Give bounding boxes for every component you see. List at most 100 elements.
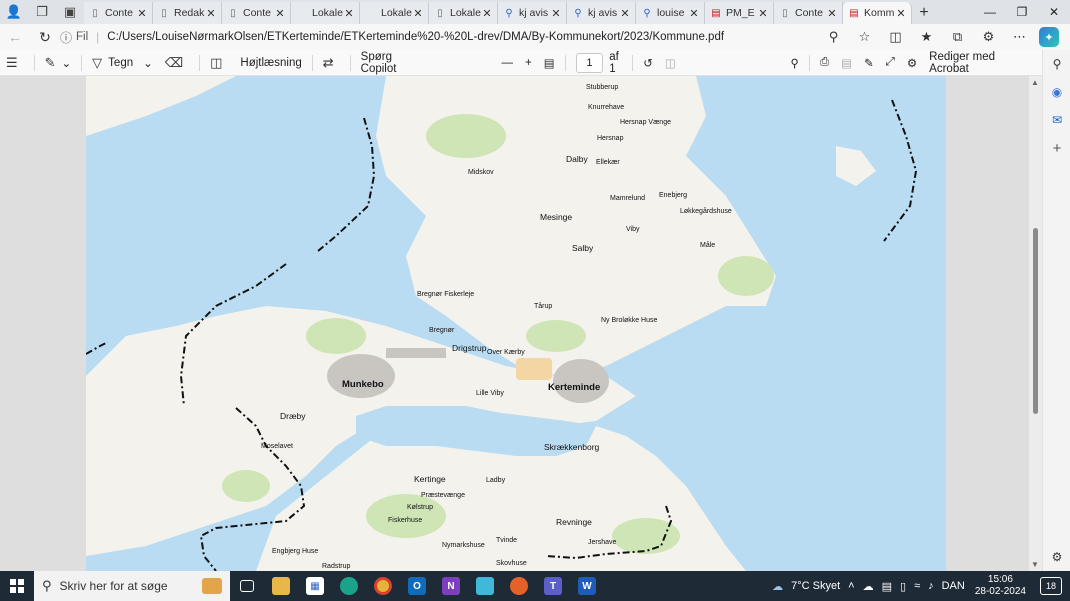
page-number-input[interactable]: 1 [575, 52, 604, 73]
favorite-star-icon[interactable]: ☆ [849, 24, 880, 50]
split-screen-icon[interactable]: ◫ [880, 24, 911, 50]
notification-center-button[interactable]: 18 [1040, 577, 1062, 595]
browser-tab[interactable]: Lokale ✕ [360, 2, 429, 24]
scroll-thumb[interactable] [1033, 228, 1038, 414]
close-tab-icon[interactable]: ✕ [826, 7, 838, 20]
add-sidebar-app-icon[interactable]: + [1043, 134, 1070, 162]
chrome-icon[interactable] [366, 571, 400, 601]
close-tab-icon[interactable]: ✕ [343, 7, 355, 20]
volume-icon[interactable]: ♪ [924, 580, 938, 592]
browser-tab[interactable]: ▯ Conte ✕ [774, 2, 843, 24]
read-aloud-button[interactable]: Højtlæsning [234, 50, 307, 76]
shopping-icon[interactable]: ◉ [1043, 78, 1070, 106]
browser-tab[interactable]: ⚲ louise ✕ [636, 2, 705, 24]
browser-tab[interactable]: ⚲ kj avis ✕ [498, 2, 567, 24]
edit-with-acrobat-button[interactable]: Rediger med Acrobat [923, 50, 1042, 76]
language-label[interactable]: DAN [938, 580, 969, 592]
browser-tab[interactable]: ▤ Komm ✕ [843, 2, 912, 24]
pdf-viewer[interactable]: Stubberup Knurrehave Hersnap Vænge Hersnap D… [0, 76, 1042, 571]
find-button[interactable]: ⚲ [785, 50, 805, 76]
browser-tab[interactable]: ▯ Lokale ✕ [429, 2, 498, 24]
workspaces-icon[interactable]: ❐ [28, 0, 56, 24]
close-tab-icon[interactable]: ✕ [688, 7, 700, 20]
close-window-button[interactable]: ✕ [1038, 0, 1070, 24]
close-tab-icon[interactable]: ✕ [274, 7, 286, 20]
outlook-icon[interactable]: O [400, 571, 434, 601]
browser-tab[interactable]: ▤ PM_E ✕ [705, 2, 774, 24]
close-tab-icon[interactable]: ✕ [412, 7, 424, 20]
minimize-button[interactable]: — [974, 0, 1006, 24]
print-button[interactable]: ⎙ [814, 50, 835, 76]
teams-icon[interactable]: T [536, 571, 570, 601]
word-icon[interactable]: W [570, 571, 604, 601]
browser-tab[interactable]: ▯ Conte ✕ [84, 2, 153, 24]
clock[interactable]: 15:06 28-02-2024 [969, 574, 1032, 598]
highlight-button[interactable]: ✎ ⌄ [39, 50, 78, 76]
contents-button[interactable]: ☰ [0, 50, 30, 76]
browser-tab[interactable]: Lokale ✕ [291, 2, 360, 24]
onedrive-icon[interactable]: ☁ [859, 580, 878, 593]
new-tab-button[interactable]: + [912, 2, 936, 24]
photos-icon[interactable] [468, 571, 502, 601]
edge-icon[interactable] [332, 571, 366, 601]
erase-button[interactable]: ⌫ [159, 50, 195, 76]
favorites-icon[interactable]: ★ [911, 24, 942, 50]
scroll-up-arrow-icon[interactable]: ▲ [1031, 78, 1039, 87]
refresh-button[interactable]: ↻ [30, 24, 60, 50]
start-button[interactable] [0, 571, 34, 601]
onenote-icon[interactable]: N [434, 571, 468, 601]
translate-button[interactable]: ⇄ [317, 50, 346, 76]
close-tab-icon[interactable]: ✕ [205, 7, 217, 20]
save-button[interactable]: ▤ [835, 50, 858, 76]
extension-icon[interactable]: ⚙ [973, 24, 1004, 50]
collections-icon[interactable]: ⧉ [942, 24, 973, 50]
zoom-in-button[interactable]: + [519, 50, 538, 76]
settings-button[interactable]: ⚙ [901, 50, 923, 76]
fit-page-button[interactable]: ▤ [538, 50, 561, 76]
url-text[interactable]: C:/Users/LouiseNørmarkOlsen/ETKerteminde… [107, 31, 818, 43]
tab-actions-icon[interactable]: ▣ [56, 0, 84, 24]
outlook-icon[interactable]: ✉ [1043, 106, 1070, 134]
close-tab-icon[interactable]: ✕ [757, 7, 769, 20]
sidebar-settings-icon[interactable]: ⚙ [1043, 543, 1070, 571]
restore-button[interactable]: ❐ [1006, 0, 1038, 24]
page-view-button[interactable]: ◫ [204, 50, 234, 76]
taskbar-search-box[interactable]: ⚲ Skriv her for at søge [34, 571, 230, 601]
profile-icon[interactable]: 👤 [0, 0, 28, 24]
close-tab-icon[interactable]: ✕ [136, 7, 148, 20]
browser-tab[interactable]: ⚲ kj avis ✕ [567, 2, 636, 24]
fullscreen-button[interactable]: ⤢ [880, 50, 901, 76]
close-tab-icon[interactable]: ✕ [895, 7, 907, 20]
ask-copilot-button[interactable]: Spørg Copilot [355, 50, 437, 76]
battery-icon[interactable]: ▯ [896, 580, 910, 593]
back-button[interactable]: ← [0, 24, 30, 50]
save-as-button[interactable]: ✎ [858, 50, 880, 76]
page-layout-button[interactable]: ◫ [659, 50, 682, 76]
weather-label[interactable]: 7°C Skyet [787, 580, 844, 592]
network-icon[interactable]: ▤ [878, 580, 896, 593]
zoom-out-button[interactable]: — [495, 50, 519, 76]
store-icon[interactable]: ▦ [298, 571, 332, 601]
wifi-icon[interactable]: ≈ [910, 580, 924, 592]
browser-tab[interactable]: ▯ Conte ✕ [222, 2, 291, 24]
firefox-icon[interactable] [502, 571, 536, 601]
close-tab-icon[interactable]: ✕ [481, 7, 493, 20]
draw-button[interactable]: ▽ Tegn ⌄ [86, 50, 159, 76]
copilot-icon[interactable]: ✦ [1039, 27, 1059, 47]
scroll-down-arrow-icon[interactable]: ▼ [1031, 560, 1039, 569]
more-menu-icon[interactable]: ⋯ [1004, 24, 1035, 50]
close-tab-icon[interactable]: ✕ [550, 7, 562, 20]
file-explorer-icon[interactable] [264, 571, 298, 601]
url-field[interactable]: ⓘ Fil | C:/Users/LouiseNørmarkOlsen/ETKe… [60, 26, 880, 48]
zoom-icon[interactable]: ⚲ [818, 24, 849, 50]
close-tab-icon[interactable]: ✕ [619, 7, 631, 20]
rotate-button[interactable]: ↺ [637, 50, 659, 76]
doc-icon: ▯ [230, 7, 236, 19]
browser-tab[interactable]: ▯ Redak ✕ [153, 2, 222, 24]
vertical-scrollbar[interactable]: ▲ ▼ [1029, 76, 1042, 571]
chevron-up-icon[interactable]: ˄ [844, 580, 858, 592]
task-view-button[interactable] [230, 571, 264, 601]
info-icon[interactable]: ⓘ [60, 29, 76, 46]
weather-icon[interactable]: ☁ [768, 580, 787, 593]
search-icon[interactable]: ⚲ [1043, 50, 1070, 78]
